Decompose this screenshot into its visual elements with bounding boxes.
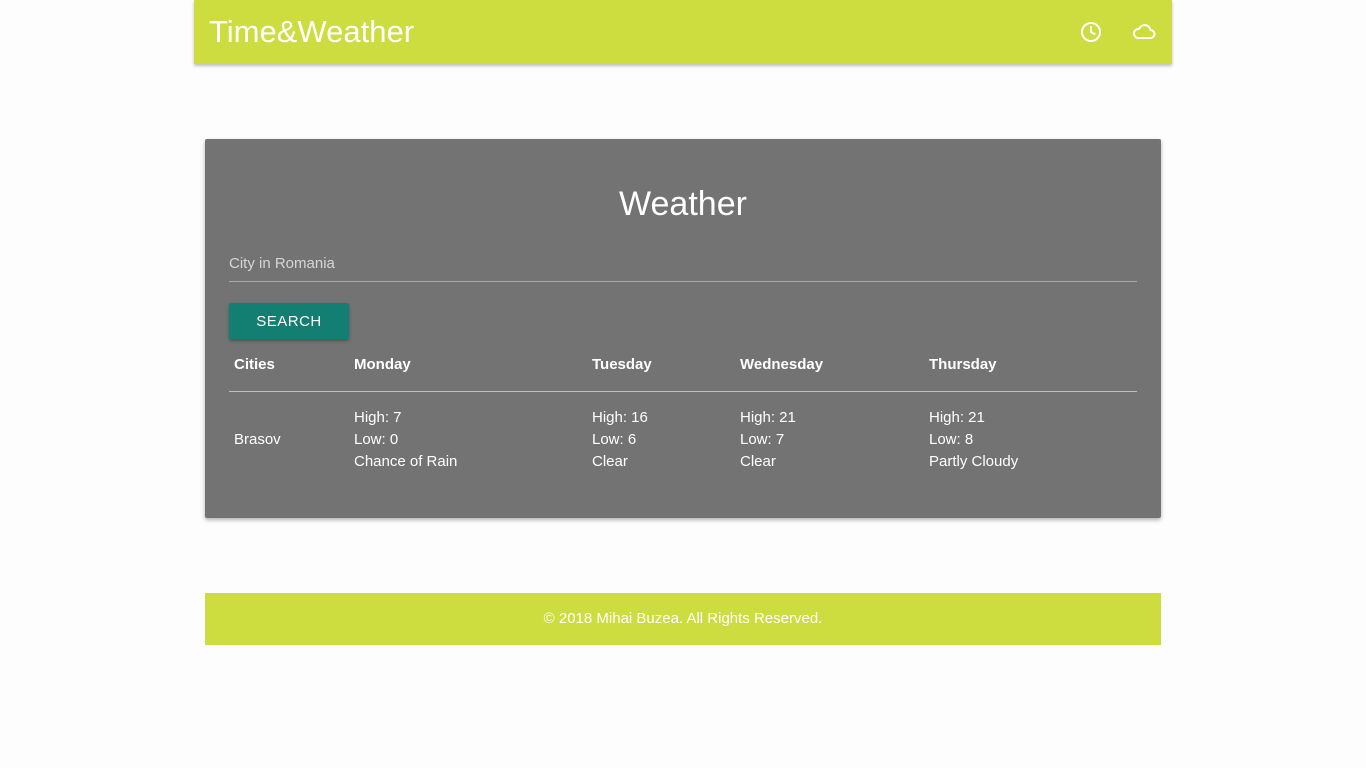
- high-temp: High: 21: [740, 409, 796, 426]
- column-header-tuesday: Tuesday: [592, 356, 652, 373]
- forecast-cell-monday: High: 7 Low: 0 Chance of Rain: [354, 407, 457, 473]
- copyright-text: © 2018 Mihai Buzea. All Rights Reserved.: [543, 610, 823, 627]
- search-button[interactable]: SEARCH: [229, 303, 349, 339]
- high-temp: High: 7: [354, 409, 402, 426]
- weather-title: Weather: [619, 185, 747, 223]
- table-header-divider: [229, 391, 1137, 392]
- low-temp: Low: 7: [740, 431, 785, 448]
- condition: Partly Cloudy: [929, 453, 1019, 470]
- top-navbar: Time&Weather: [194, 0, 1172, 64]
- condition: Clear: [740, 453, 776, 470]
- forecast-cell-tuesday: High: 16 Low: 6 Clear: [592, 407, 648, 473]
- high-temp: High: 16: [592, 409, 648, 426]
- high-temp: High: 21: [929, 409, 985, 426]
- condition: Clear: [592, 453, 628, 470]
- low-temp: Low: 0: [354, 431, 399, 448]
- forecast-cell-wednesday: High: 21 Low: 7 Clear: [740, 407, 796, 473]
- city-cell: Brasov: [234, 431, 281, 448]
- low-temp: Low: 8: [929, 431, 974, 448]
- column-header-thursday: Thursday: [929, 356, 997, 373]
- forecast-cell-thursday: High: 21 Low: 8 Partly Cloudy: [929, 407, 1018, 473]
- condition: Chance of Rain: [354, 453, 458, 470]
- brand-link[interactable]: Time&Weather: [209, 13, 414, 51]
- page-footer: © 2018 Mihai Buzea. All Rights Reserved.: [205, 593, 1161, 645]
- column-header-wednesday: Wednesday: [740, 356, 824, 373]
- cloud-icon[interactable]: [1131, 19, 1157, 45]
- clock-icon[interactable]: [1078, 19, 1104, 45]
- column-header-monday: Monday: [354, 356, 411, 373]
- column-header-cities: Cities: [234, 356, 275, 373]
- city-search-input[interactable]: [229, 245, 1137, 282]
- weather-card: Weather SEARCH Cities Monday Tuesday Wed…: [205, 139, 1161, 518]
- low-temp: Low: 6: [592, 431, 637, 448]
